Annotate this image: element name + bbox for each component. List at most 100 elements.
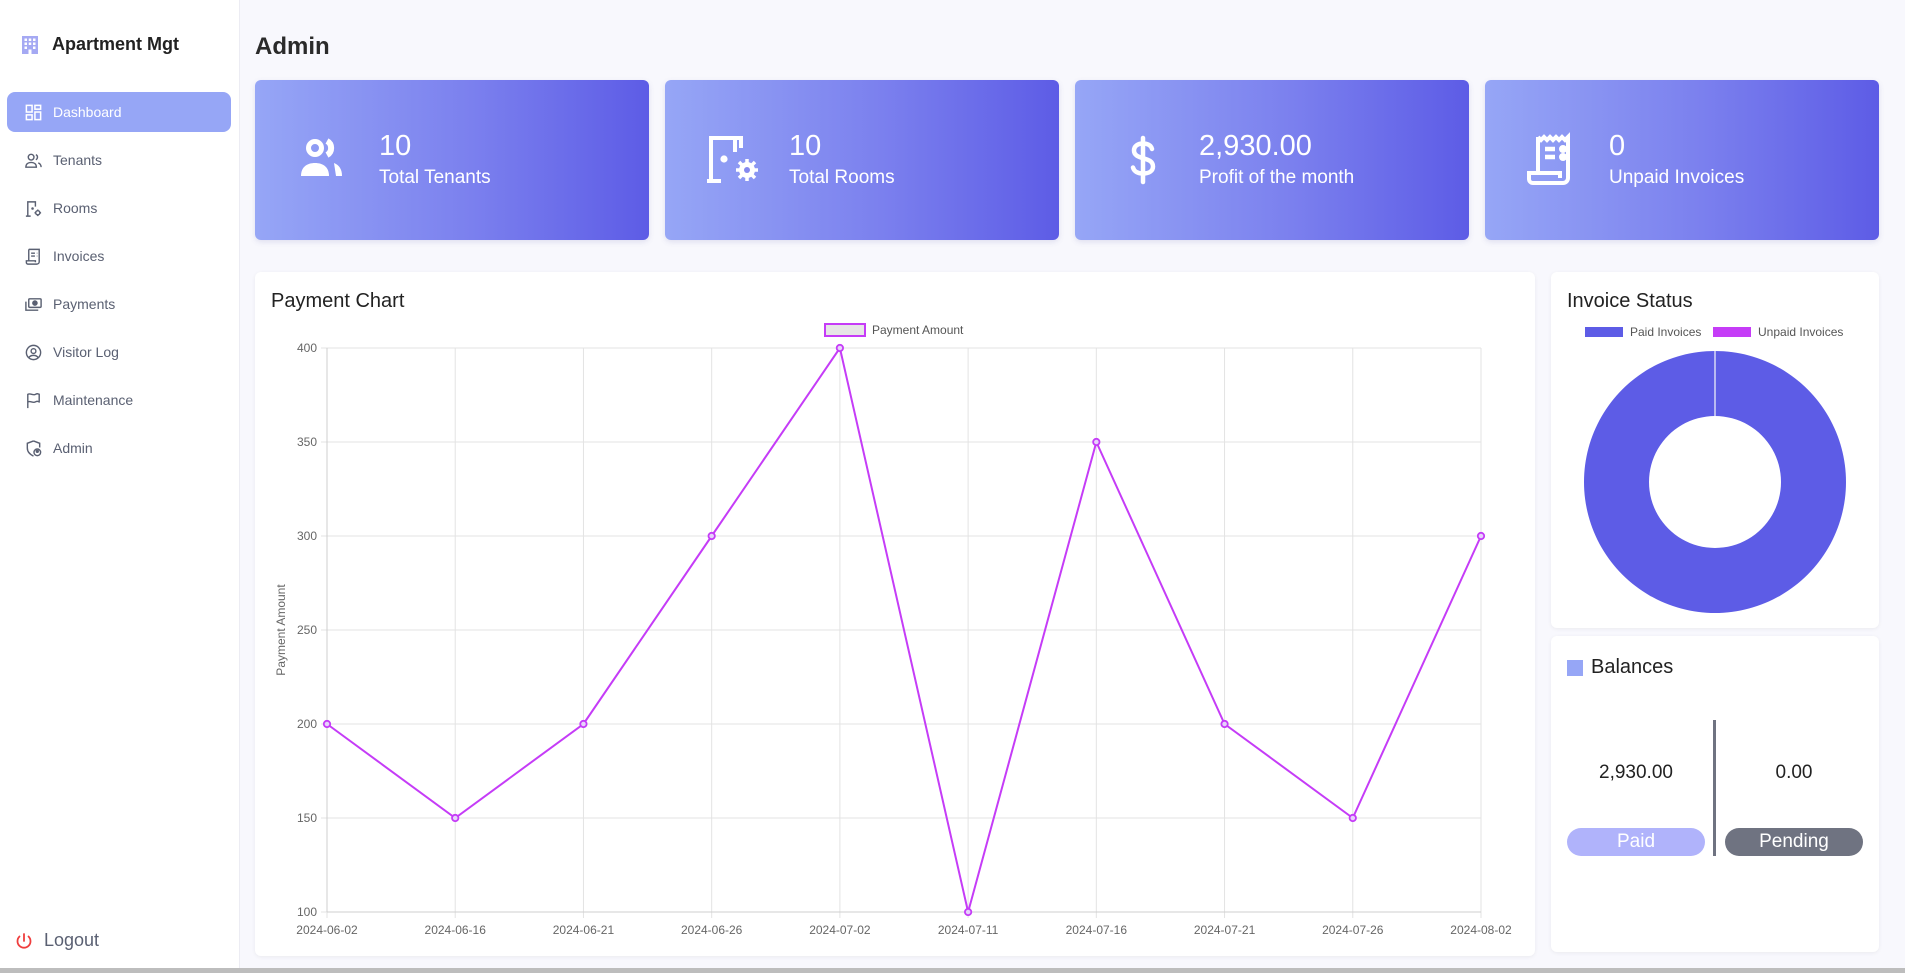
logout-label: Logout [44,930,100,950]
legend-label: Unpaid Invoices [1758,325,1843,339]
sidebar-item-label: Dashboard [53,104,122,120]
stat-card-tenants[interactable]: 10 Total Tenants [255,80,649,240]
balances-title: Balances [1591,656,1674,678]
users-icon [25,153,42,168]
sidebar-item-payments[interactable]: Payments [7,284,231,324]
sidebar-item-label: Invoices [53,248,105,264]
sidebar-item-rooms[interactable]: Rooms [7,188,231,228]
stat-value: 10 [789,130,822,162]
receipt-icon [1527,132,1570,185]
invoice-donut-chart[interactable]: Paid Invoices Unpaid Invoices [1551,272,1879,628]
page-title: Admin [255,33,330,60]
y-tick-label: 150 [297,811,317,825]
balances-square-icon [1567,659,1583,676]
user-circle-icon [25,344,42,360]
x-tick-label: 2024-07-21 [1194,923,1256,937]
stat-label: Total Tenants [379,167,491,188]
sidebar-item-tenants[interactable]: Tenants [7,140,231,180]
legend-swatch [1585,327,1623,337]
data-point [579,719,588,729]
main-content: Admin 10 Total Tenants 10 Total Rooms 2,… [240,0,1905,968]
invoice-status-panel: Invoice Status Paid Invoices Unpaid Invoi… [1551,272,1879,628]
window-bottom-edge [0,968,1905,973]
pending-balance-value: 0.00 [1775,762,1813,783]
shield-user-icon [26,439,42,457]
door-gear-icon [707,136,758,183]
x-tick-label: 2024-06-02 [296,923,358,937]
sidebar-item-dashboard[interactable]: Dashboard [7,92,231,132]
payment-chart-panel: Payment Chart Payment Amount 100 150 200 250… [255,272,1535,956]
donut-legend-item: Paid Invoices [1585,325,1701,339]
data-point [835,343,844,353]
building-icon [22,35,38,54]
sidebar-nav: Dashboard Tenants Rooms Invoices Payment… [7,92,231,476]
receipt-icon [25,248,40,265]
cash-icon [25,297,42,311]
sidebar-item-visitor-log[interactable]: Visitor Log [7,332,231,372]
dashboard-icon [25,104,42,120]
stat-card-profit[interactable]: 2,930.00 Profit of the month [1075,80,1469,240]
stat-card-rooms[interactable]: 10 Total Rooms [665,80,1059,240]
stat-value: 10 [379,130,412,162]
sidebar-item-label: Tenants [53,152,103,168]
balances-panel: Balances 2,930.00 0.00 Paid Pending [1551,636,1879,952]
sidebar-item-label: Maintenance [53,392,134,408]
stat-value: 2,930.00 [1199,130,1312,162]
y-tick-label: 200 [297,717,317,731]
y-tick-label: 400 [297,341,317,355]
payment-line-chart[interactable]: Payment Amount 100 150 200 250 300 350 400 2024-… [255,272,1535,956]
balances-header: Balances [1567,656,1673,679]
y-tick-label: 250 [297,623,317,637]
dollar-icon [1130,135,1156,185]
sidebar-item-invoices[interactable]: Invoices [7,236,231,276]
x-tick-label: 2024-06-16 [425,923,487,937]
brand[interactable]: Apartment Mgt [20,34,179,55]
sidebar-item-admin[interactable]: Admin [7,428,231,468]
data-point [451,813,460,823]
sidebar-item-label: Rooms [53,200,98,216]
data-point [322,719,332,729]
users-icon [301,138,342,176]
donut-legend-item: Unpaid Invoices [1713,325,1843,339]
x-tick-label: 2024-07-02 [809,923,871,937]
power-icon [16,932,32,949]
y-tick-label: 300 [297,529,317,543]
balances-divider [1713,720,1716,856]
y-tick-label: 350 [297,435,317,449]
flag-icon [27,392,40,408]
door-gear-icon [25,200,42,217]
y-axis-label: Payment Amount [274,584,288,676]
data-point [707,531,716,541]
data-point [1220,719,1229,729]
stat-label: Total Rooms [789,167,895,188]
paid-balance-value: 2,930.00 [1599,762,1673,783]
sidebar-item-maintenance[interactable]: Maintenance [7,380,231,420]
x-tick-label: 2024-08-02 [1450,923,1512,937]
sidebar-item-label: Payments [53,296,116,312]
legend-swatch [824,323,866,337]
x-tick-label: 2024-07-16 [1066,923,1128,937]
stat-value: 0 [1609,130,1626,162]
brand-title: Apartment Mgt [52,34,179,54]
stat-label: Unpaid Invoices [1609,167,1745,188]
legend-swatch [1713,327,1751,337]
stat-card-unpaid-invoices[interactable]: 0 Unpaid Invoices [1485,80,1879,240]
data-point [1348,813,1357,823]
sidebar-item-label: Visitor Log [53,344,119,360]
x-tick-label: 2024-07-26 [1322,923,1384,937]
logout-button[interactable]: Logout [14,930,99,951]
y-tick-label: 100 [297,905,317,919]
x-tick-label: 2024-06-26 [681,923,743,937]
x-tick-label: 2024-07-11 [938,923,999,937]
x-tick-label: 2024-06-21 [553,923,615,937]
sidebar-item-label: Admin [53,440,93,456]
stat-label: Profit of the month [1199,167,1355,188]
legend-label: Paid Invoices [1630,325,1701,339]
paid-badge[interactable]: Paid [1567,828,1705,856]
data-point [1092,437,1101,447]
pending-badge[interactable]: Pending [1725,828,1863,856]
data-point [1476,531,1486,541]
legend-label: Payment Amount [872,323,964,337]
chart-legend: Payment Amount [824,323,964,337]
sidebar: Apartment Mgt Dashboard Tenants Rooms In… [0,0,240,968]
